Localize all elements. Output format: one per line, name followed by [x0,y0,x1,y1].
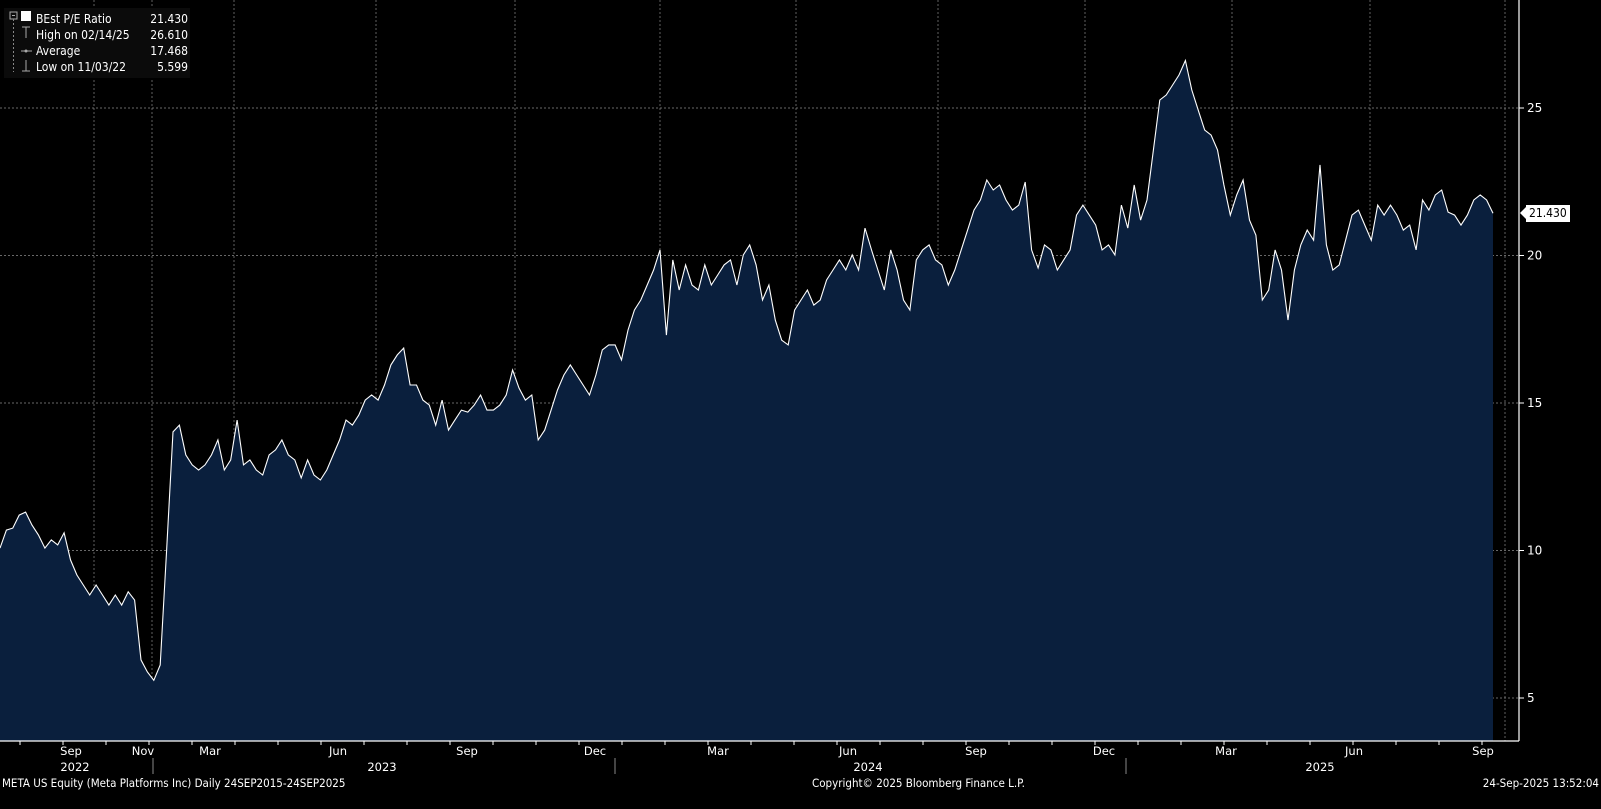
x-month-label: Sep [965,744,987,758]
y-tick-label: 10 [1527,544,1542,558]
legend-series: BEst P/E Ratio 21.430 [36,12,188,26]
y-tick-label: 5 [1527,691,1535,705]
y-tick-label: 15 [1527,396,1542,410]
x-month-label: Sep [60,744,82,758]
x-month-label: Mar [199,744,221,758]
x-month-label: Jun [838,744,857,758]
x-year-label: 2025 [1305,760,1334,774]
y-tick-label: 25 [1527,101,1542,115]
legend-high: High on 02/14/25 26.610 [36,28,188,42]
x-month-label: Jun [328,744,347,758]
x-month-label: Dec [1093,744,1115,758]
pe-ratio-chart: 510152025Sep Nov Mar Jun Sep Dec Mar Jun Sep Dec M… [0,0,1542,774]
x-month-label: Mar [1215,744,1237,758]
last-value-tag: 21.430 [1520,205,1570,222]
x-year-label: 2022 [60,760,89,774]
legend-average: Average 17.468 [36,44,188,58]
x-month-label: Dec [584,744,606,758]
y-tick-label: 20 [1527,249,1542,263]
x-month-label: Mar [707,744,729,758]
x-month-label: Nov [132,744,155,758]
legend-tree-icon [9,11,32,72]
x-month-label: Sep [456,744,478,758]
footer-security: META US Equity (Meta Platforms Inc) Dail… [2,776,346,790]
x-year-label: 2024 [853,760,882,774]
x-month-label: Sep [1472,744,1494,758]
footer-copyright: Copyright© 2025 Bloomberg Finance L.P. [812,776,1025,790]
footer-timestamp: 24-Sep-2025 13:52:04 [1482,776,1599,790]
x-month-label: Jun [1344,744,1363,758]
legend: BEst P/E Ratio 21.430 High on 02/14/25 26.… [4,8,190,78]
x-year-label: 2023 [367,760,396,774]
legend-low: Low on 11/03/22 5.599 [36,60,188,74]
pe-ratio-area [0,60,1493,741]
